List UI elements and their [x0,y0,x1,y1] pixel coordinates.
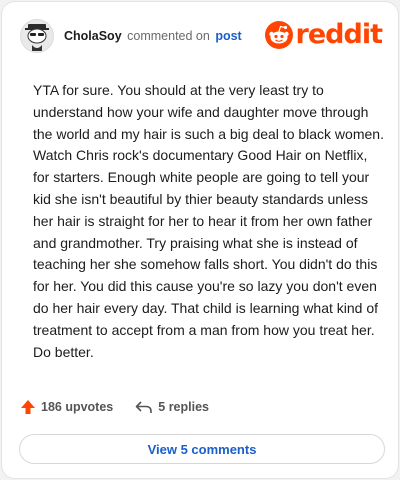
reply-count: 5 replies [158,400,209,414]
view-comments-button[interactable]: View 5 comments [19,434,385,464]
reddit-snoo-icon [264,21,293,49]
reply-arrow-icon [135,401,153,413]
snoo-avatar-icon [25,24,49,51]
comment-actions: 186 upvotes 5 replies [20,399,209,415]
byline-verb: commented on [127,29,210,43]
comment-card: CholaSoy commented on post reddit YTA fo… [1,1,399,479]
post-link[interactable]: post [215,29,241,43]
upvote-count: 186 upvotes [41,400,114,414]
comment-body: YTA for sure. You should at the very lea… [33,82,384,360]
comment-header: CholaSoy commented on post reddit [20,16,383,56]
user-avatar[interactable] [20,19,54,53]
username-link[interactable]: CholaSoy [64,29,122,43]
comment-byline: CholaSoy commented on post [64,28,242,44]
replies-button[interactable]: 5 replies [135,400,209,414]
reddit-wordmark: reddit [295,19,383,50]
reddit-logo[interactable]: reddit [264,19,383,50]
upvote-arrow-icon [21,400,35,414]
upvote-button[interactable]: 186 upvotes [20,399,113,415]
